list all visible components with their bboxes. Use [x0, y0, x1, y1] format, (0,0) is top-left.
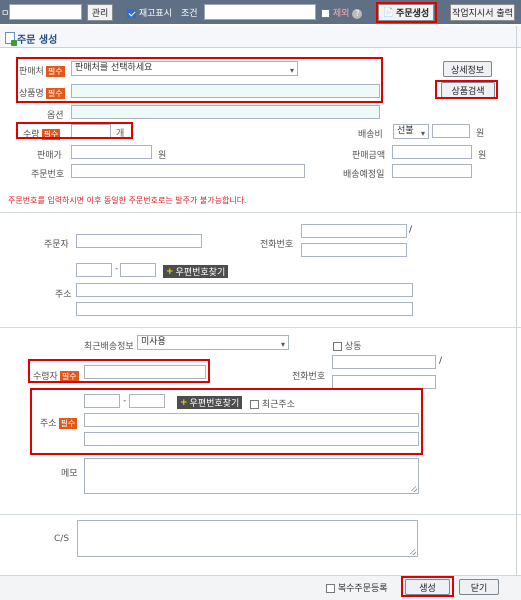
highlight-recipient: [28, 359, 210, 383]
postcode-dash: -: [115, 264, 119, 274]
toolbar-search-input[interactable]: [9, 4, 82, 20]
new-document-icon: [5, 32, 17, 46]
print-work-order-button[interactable]: 작업지시서 출력: [450, 4, 515, 21]
condition-input[interactable]: [204, 4, 316, 20]
order-number-warning: 주문번호를 입력하시면 이후 동일한 주문번호로는 발주가 불가능합니다.: [8, 196, 247, 205]
highlight-product-search: [435, 80, 498, 99]
panel-header: [0, 26, 521, 48]
same-as-orderer-checkbox[interactable]: 상동: [333, 339, 361, 352]
recipient-phone1-input[interactable]: [332, 355, 436, 369]
recent-shipping-label: 최근배송정보: [84, 342, 134, 352]
section-divider: [0, 514, 521, 515]
plus-icon: +: [166, 266, 174, 277]
shipping-fee-input[interactable]: [432, 124, 470, 138]
detail-info-button[interactable]: 상세정보: [443, 61, 492, 77]
resize-grip-icon[interactable]: [411, 486, 417, 492]
checkbox-icon: [321, 9, 330, 18]
stock-display-checkbox[interactable]: 재고표시: [127, 6, 172, 19]
cs-label: C/S: [54, 534, 70, 544]
option-input[interactable]: [71, 105, 380, 119]
orderer-phone-label: 전화번호: [260, 240, 294, 250]
sale-amount-input[interactable]: [392, 145, 472, 159]
sale-price-won: 원: [158, 151, 167, 161]
highlight-create-order: [376, 2, 437, 23]
sale-price-label: 판매가: [37, 151, 62, 161]
sale-amount-won: 원: [478, 151, 487, 161]
highlight-create-button: [401, 576, 454, 597]
panel-right-border: [516, 26, 517, 575]
help-icon[interactable]: ?: [352, 9, 363, 19]
expected-ship-label: 배송예정일: [343, 170, 385, 180]
phone-separator: /: [439, 356, 443, 366]
checkbox-checked-icon: [127, 9, 136, 18]
cs-textarea[interactable]: [77, 520, 418, 557]
orderer-address2-input[interactable]: [76, 302, 413, 316]
panel-title: 주문 생성: [17, 35, 58, 46]
orderer-address1-input[interactable]: [76, 283, 413, 297]
checkbox-icon: [326, 584, 335, 593]
shipping-fee-label: 배송비: [358, 130, 383, 140]
memo-textarea[interactable]: [84, 458, 419, 494]
order-number-label: 주문번호: [31, 170, 65, 180]
condition-label: 조건: [181, 9, 198, 19]
highlight-address: [30, 388, 423, 455]
expected-ship-date-input[interactable]: [392, 164, 472, 178]
orderer-label: 주문자: [44, 240, 69, 250]
orderer-input[interactable]: [76, 234, 202, 248]
phone-separator: /: [409, 225, 413, 235]
section-divider: [0, 212, 521, 213]
section-divider: [0, 327, 521, 328]
memo-label: 메모: [61, 469, 78, 479]
orderer-phone1-input[interactable]: [301, 224, 407, 238]
orderer-address-label: 주소: [55, 290, 72, 300]
sale-price-input[interactable]: [71, 145, 152, 159]
stock-display-label: 재고표시: [138, 9, 172, 19]
highlight-quantity: [16, 122, 133, 139]
resize-grip-icon[interactable]: [410, 549, 416, 555]
close-button[interactable]: 닫기: [459, 579, 499, 595]
multi-order-checkbox[interactable]: 복수주문등록: [326, 581, 388, 594]
recipient-phone-label: 전화번호: [292, 372, 326, 382]
orderer-phone2-input[interactable]: [301, 243, 407, 257]
manage-button[interactable]: 관리: [87, 4, 113, 21]
option-label: 옵션: [47, 111, 64, 121]
shipping-fee-type-select[interactable]: 선불 ▾: [393, 124, 429, 139]
orderer-postcode2-input[interactable]: [120, 263, 156, 277]
exclude-checkbox[interactable]: 제외 ?: [321, 6, 363, 19]
recent-shipping-select[interactable]: 미사용 ▾: [137, 335, 289, 350]
shipping-fee-won: 원: [476, 129, 485, 139]
sale-amount-label: 판매금액: [352, 151, 386, 161]
recipient-phone2-input[interactable]: [332, 375, 436, 389]
highlight-seller-product: [16, 57, 383, 103]
orderer-postcode-button[interactable]: + 우편번호찾기: [163, 265, 229, 278]
order-number-input[interactable]: [71, 164, 305, 178]
dropdown-arrow-icon: ▾: [280, 340, 285, 349]
checkbox-icon: [333, 342, 342, 351]
orderer-postcode1-input[interactable]: [76, 263, 112, 277]
dropdown-arrow-icon: ▾: [420, 129, 425, 138]
